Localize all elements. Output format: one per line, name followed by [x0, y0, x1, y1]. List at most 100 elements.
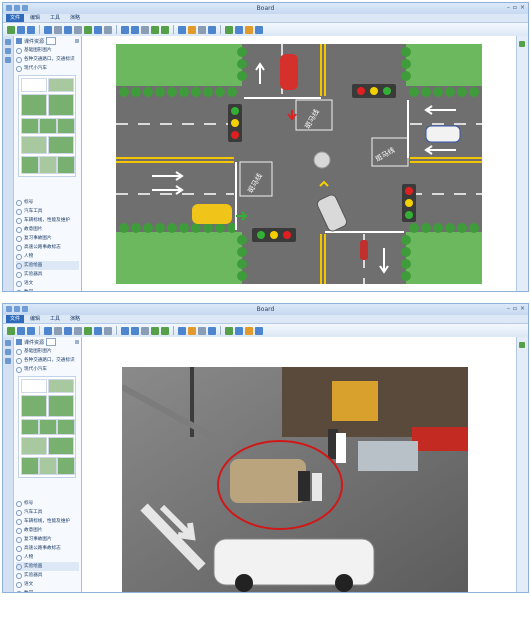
screen-icon[interactable]	[255, 326, 263, 335]
menu-tab-present[interactable]: 演略	[66, 14, 84, 22]
line-icon[interactable]	[74, 25, 82, 34]
thumbnail[interactable]	[57, 457, 75, 475]
resource-item[interactable]: 实验绘画	[16, 261, 79, 270]
thumbnail[interactable]	[21, 419, 39, 435]
menu-tab-file[interactable]: 文件	[6, 315, 25, 323]
select-icon[interactable]	[104, 25, 112, 34]
thumbnail[interactable]	[21, 136, 47, 154]
brush-icon[interactable]	[64, 25, 72, 34]
pen-icon[interactable]	[44, 326, 52, 335]
new-page-icon[interactable]	[7, 25, 15, 34]
spotlight-icon[interactable]	[208, 326, 216, 335]
pin-icon[interactable]	[75, 340, 79, 344]
properties-icon[interactable]	[519, 41, 525, 47]
minimize-button[interactable]: –	[507, 4, 510, 11]
pen-icon[interactable]	[44, 25, 52, 34]
whiteboard-canvas[interactable]	[82, 337, 516, 592]
whiteboard-canvas[interactable]: 斑马线 斑马线 斑马线	[82, 36, 516, 291]
insert-media-icon[interactable]	[235, 326, 243, 335]
brush-icon[interactable]	[64, 326, 72, 335]
resource-item[interactable]: 数学	[16, 589, 79, 592]
maximize-button[interactable]: ▫	[513, 4, 517, 11]
shape-icon[interactable]	[84, 25, 92, 34]
undo-tool-icon[interactable]	[121, 326, 129, 335]
marker-icon[interactable]	[54, 326, 62, 335]
eraser-icon[interactable]	[198, 25, 206, 34]
redo-tool-icon[interactable]	[131, 25, 139, 34]
thumbnail[interactable]	[39, 419, 57, 435]
screenshot-icon[interactable]	[245, 25, 253, 34]
resource-item[interactable]: 基础图形图片	[16, 347, 79, 356]
resource-item[interactable]: 实验器具	[16, 270, 79, 279]
attachments-icon[interactable]	[5, 57, 11, 63]
thumbnail[interactable]	[21, 156, 39, 174]
minimize-button[interactable]: –	[507, 305, 510, 312]
eraser-icon[interactable]	[198, 326, 206, 335]
text-icon[interactable]	[94, 326, 102, 335]
spotlight-icon[interactable]	[208, 25, 216, 34]
clear-icon[interactable]	[141, 326, 149, 335]
pages-icon[interactable]	[5, 340, 11, 346]
redo-tool-icon[interactable]	[131, 326, 139, 335]
attachments-icon[interactable]	[5, 358, 11, 364]
resource-item[interactable]: 实验绘画	[16, 562, 79, 571]
resource-item[interactable]: 复习事故图片	[16, 234, 79, 243]
thumbnail[interactable]	[21, 437, 47, 455]
resource-item[interactable]: 高速公路事故标志	[16, 544, 79, 553]
zoom-out-icon[interactable]	[161, 25, 169, 34]
resource-item[interactable]: 数学	[16, 288, 79, 291]
panel-dropdown[interactable]	[46, 37, 57, 45]
menu-tab-edit[interactable]: 编辑	[26, 315, 44, 323]
resources-icon[interactable]	[5, 48, 11, 54]
resource-item[interactable]: 故意图片	[16, 225, 79, 234]
panel-dropdown[interactable]	[46, 338, 57, 346]
resource-item[interactable]: 车辆标线，性能及维护	[16, 517, 79, 526]
menu-tab-present[interactable]: 演略	[66, 315, 84, 323]
resource-item[interactable]: 各种交通路口，交通标识	[16, 55, 79, 64]
line-icon[interactable]	[74, 326, 82, 335]
shape-icon[interactable]	[84, 326, 92, 335]
pages-icon[interactable]	[5, 39, 11, 45]
prev-page-icon[interactable]	[17, 25, 25, 34]
resource-item[interactable]: 高速公路事故标志	[16, 243, 79, 252]
text-icon[interactable]	[94, 25, 102, 34]
thumbnail[interactable]	[39, 156, 57, 174]
resource-item[interactable]: 汽车工具	[16, 207, 79, 216]
thumbnail[interactable]	[21, 379, 47, 393]
next-page-icon[interactable]	[27, 25, 35, 34]
thumbnail[interactable]	[48, 395, 74, 417]
thumbnail[interactable]	[21, 457, 39, 475]
resources-icon[interactable]	[5, 349, 11, 355]
fill-icon[interactable]	[178, 25, 186, 34]
resource-item[interactable]: 基础图形图片	[16, 46, 79, 55]
resource-item[interactable]: 复习事故图片	[16, 535, 79, 544]
resource-item[interactable]: 标号	[16, 198, 79, 207]
resource-item[interactable]: 现代小汽车	[16, 365, 79, 374]
thumbnail[interactable]	[39, 457, 57, 475]
thumbnail[interactable]	[48, 136, 74, 154]
insert-media-icon[interactable]	[235, 25, 243, 34]
thumbnail[interactable]	[48, 78, 74, 92]
zoom-in-icon[interactable]	[151, 326, 159, 335]
zoom-in-icon[interactable]	[151, 25, 159, 34]
close-button[interactable]: ×	[520, 4, 525, 11]
thumbnail[interactable]	[48, 437, 74, 455]
prev-page-icon[interactable]	[17, 326, 25, 335]
thumbnail[interactable]	[48, 94, 74, 116]
insert-image-icon[interactable]	[225, 326, 233, 335]
resource-item[interactable]: 人物	[16, 553, 79, 562]
resource-item[interactable]: 实验器具	[16, 571, 79, 580]
new-page-icon[interactable]	[7, 326, 15, 335]
thumbnail[interactable]	[21, 94, 47, 116]
select-icon[interactable]	[104, 326, 112, 335]
fill-icon[interactable]	[178, 326, 186, 335]
clear-icon[interactable]	[141, 25, 149, 34]
thumbnail[interactable]	[57, 118, 75, 134]
resource-item[interactable]: 语文	[16, 279, 79, 288]
thumbnail[interactable]	[48, 379, 74, 393]
color-icon[interactable]	[188, 326, 196, 335]
zoom-out-icon[interactable]	[161, 326, 169, 335]
undo-tool-icon[interactable]	[121, 25, 129, 34]
properties-icon[interactable]	[519, 342, 525, 348]
thumbnail[interactable]	[21, 78, 47, 92]
